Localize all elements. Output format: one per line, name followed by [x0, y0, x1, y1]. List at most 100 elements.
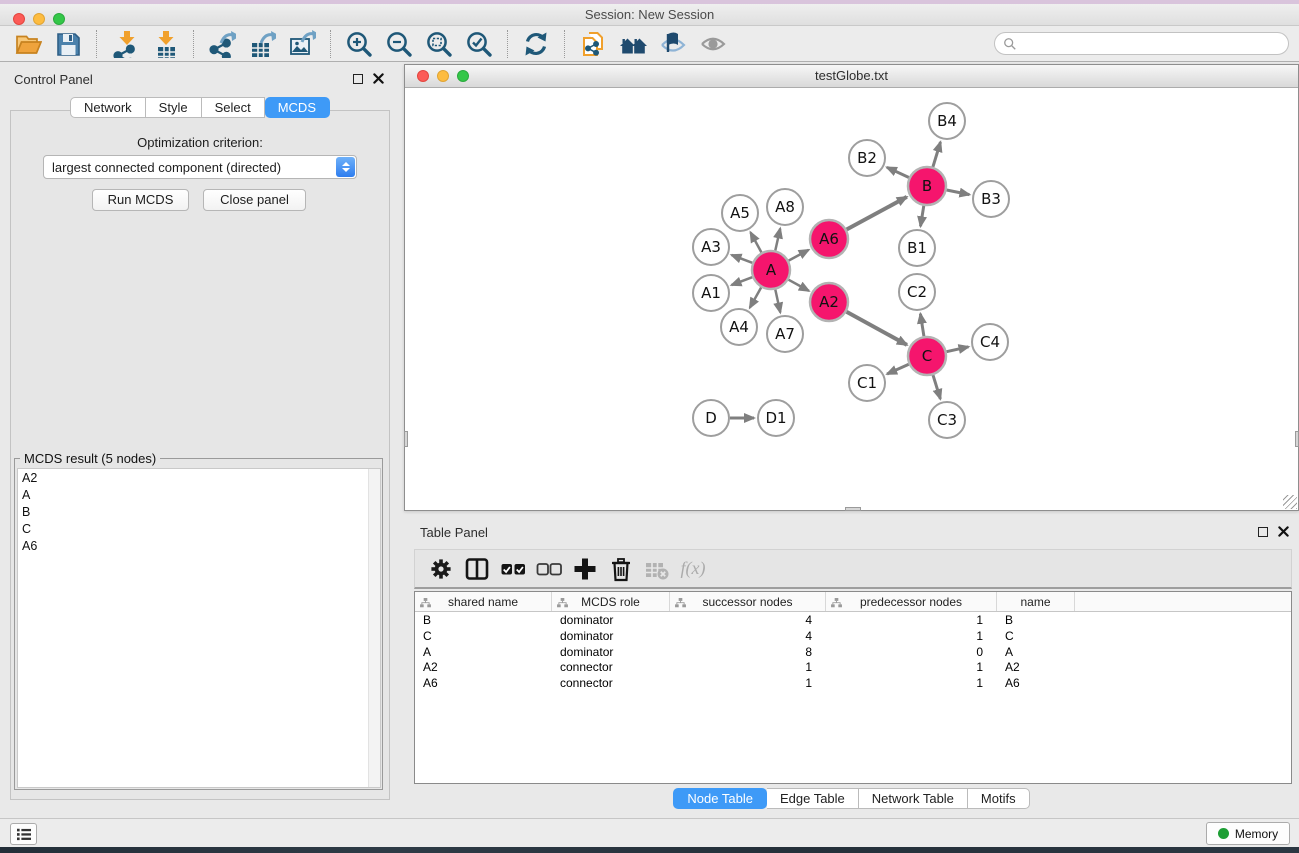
close-window-button[interactable]: [13, 13, 25, 25]
graph-edge-A2-C[interactable]: [847, 312, 907, 345]
memory-button[interactable]: Memory: [1206, 822, 1290, 845]
graph-edge-C-C1[interactable]: [887, 364, 909, 374]
column-header-shared-name[interactable]: shared name: [415, 592, 552, 611]
graph-node-D1[interactable]: [758, 400, 794, 436]
graph-node-C2[interactable]: [899, 274, 935, 310]
table-row[interactable]: Cdominator41C: [415, 628, 1291, 644]
result-scrollbar[interactable]: [368, 469, 380, 787]
zoom-selected-icon[interactable]: [462, 28, 496, 60]
zoom-view-button[interactable]: [457, 70, 469, 82]
graph-edge-B-B4[interactable]: [933, 142, 941, 167]
table-row[interactable]: Bdominator41B: [415, 612, 1291, 628]
graph-node-C[interactable]: [908, 337, 946, 375]
graph-node-A[interactable]: [752, 251, 790, 289]
hide-style-icon[interactable]: [656, 28, 690, 60]
graph-node-B2[interactable]: [849, 140, 885, 176]
mcds-result-list[interactable]: A2ABCA6: [17, 468, 381, 788]
tab-motifs[interactable]: Motifs: [968, 788, 1030, 809]
tab-mcds[interactable]: MCDS: [265, 97, 330, 118]
graph-edge-B-B1[interactable]: [921, 206, 924, 227]
float-table-panel-icon[interactable]: [1258, 527, 1268, 537]
export-image-icon[interactable]: [285, 28, 319, 60]
graph-edge-C-C4[interactable]: [947, 347, 969, 352]
close-table-panel-icon[interactable]: [1278, 526, 1289, 537]
graph-edge-A-A8[interactable]: [775, 229, 780, 251]
frame-resize-handle-left[interactable]: [404, 431, 408, 447]
graph-edge-B-B2[interactable]: [887, 167, 909, 177]
frame-resize-handle-bottom[interactable]: [845, 507, 861, 511]
graph-node-C3[interactable]: [929, 402, 965, 438]
export-network-icon[interactable]: [205, 28, 239, 60]
graph-node-A6[interactable]: [810, 220, 848, 258]
column-header-name[interactable]: name: [997, 592, 1075, 611]
refresh-view-icon[interactable]: [519, 28, 553, 60]
criterion-dropdown[interactable]: largest connected component (directed): [43, 155, 357, 179]
graph-node-D[interactable]: [693, 400, 729, 436]
graph-node-A4[interactable]: [721, 309, 757, 345]
result-list-item[interactable]: A2: [18, 469, 380, 486]
frame-resize-handle-right[interactable]: [1295, 431, 1299, 447]
close-panel-button[interactable]: Close panel: [203, 189, 306, 211]
select-all-icon[interactable]: [495, 552, 531, 586]
tab-node-table[interactable]: Node Table: [673, 788, 767, 809]
graph-edge-C-C2[interactable]: [920, 314, 924, 337]
export-table-icon[interactable]: [245, 28, 279, 60]
network-window-titlebar[interactable]: testGlobe.txt: [405, 65, 1298, 88]
graph-node-C4[interactable]: [972, 324, 1008, 360]
graph-node-A5[interactable]: [722, 195, 758, 231]
search-input[interactable]: [994, 32, 1289, 55]
graph-edge-A-A4[interactable]: [750, 287, 761, 307]
tab-network[interactable]: Network: [70, 97, 146, 118]
tab-style[interactable]: Style: [146, 97, 202, 118]
graph-node-A7[interactable]: [767, 316, 803, 352]
graph-edge-A-A2[interactable]: [789, 280, 809, 291]
resize-grip-icon[interactable]: [1283, 495, 1297, 509]
tab-select[interactable]: Select: [202, 97, 265, 118]
close-view-button[interactable]: [417, 70, 429, 82]
network-canvas[interactable]: B4B2BB3A8A5A6A3B1AC2A1A2A4A7C4CC1C3DD1: [405, 88, 1298, 510]
zoom-in-icon[interactable]: [342, 28, 376, 60]
show-eye-icon[interactable]: [696, 28, 730, 60]
tab-edge-table[interactable]: Edge Table: [767, 788, 859, 809]
table-row[interactable]: Adominator80A: [415, 644, 1291, 660]
float-panel-icon[interactable]: [353, 74, 363, 84]
result-list-item[interactable]: A6: [18, 537, 380, 554]
minimize-window-button[interactable]: [33, 13, 45, 25]
arrange-windows-icon[interactable]: [616, 28, 650, 60]
graph-edge-A-A3[interactable]: [732, 255, 753, 263]
graph-edge-A6-B[interactable]: [847, 197, 907, 230]
import-network-icon[interactable]: [108, 28, 142, 60]
result-list-item[interactable]: C: [18, 520, 380, 537]
graph-node-B3[interactable]: [973, 181, 1009, 217]
column-header-successor-nodes[interactable]: successor nodes: [670, 592, 826, 611]
result-list-item[interactable]: A: [18, 486, 380, 503]
column-header-MCDS-role[interactable]: MCDS role: [552, 592, 670, 611]
graph-node-A8[interactable]: [767, 189, 803, 225]
graph-edge-A-A5[interactable]: [751, 232, 762, 252]
result-list-item[interactable]: B: [18, 503, 380, 520]
split-view-icon[interactable]: [459, 552, 495, 586]
graph-node-A1[interactable]: [693, 275, 729, 311]
task-history-button[interactable]: [10, 823, 37, 845]
graph-edge-C-C3[interactable]: [933, 375, 940, 399]
graph-node-C1[interactable]: [849, 365, 885, 401]
import-table-icon[interactable]: [148, 28, 182, 60]
minimize-view-button[interactable]: [437, 70, 449, 82]
zoom-fit-icon[interactable]: [422, 28, 456, 60]
save-session-icon[interactable]: [51, 28, 85, 60]
table-row[interactable]: A2connector11A2: [415, 659, 1291, 675]
graph-edge-B-B3[interactable]: [947, 190, 970, 195]
graph-node-A2[interactable]: [810, 283, 848, 321]
zoom-window-button[interactable]: [53, 13, 65, 25]
tab-network-table[interactable]: Network Table: [859, 788, 968, 809]
unselect-all-icon[interactable]: [531, 552, 567, 586]
table-row[interactable]: A6connector11A6: [415, 675, 1291, 691]
graph-node-B1[interactable]: [899, 230, 935, 266]
graph-node-A3[interactable]: [693, 229, 729, 265]
open-file-icon[interactable]: [11, 28, 45, 60]
graph-node-B[interactable]: [908, 167, 946, 205]
zoom-out-icon[interactable]: [382, 28, 416, 60]
graph-edge-A-A6[interactable]: [789, 250, 809, 261]
run-mcds-button[interactable]: Run MCDS: [92, 189, 189, 211]
graph-node-B4[interactable]: [929, 103, 965, 139]
